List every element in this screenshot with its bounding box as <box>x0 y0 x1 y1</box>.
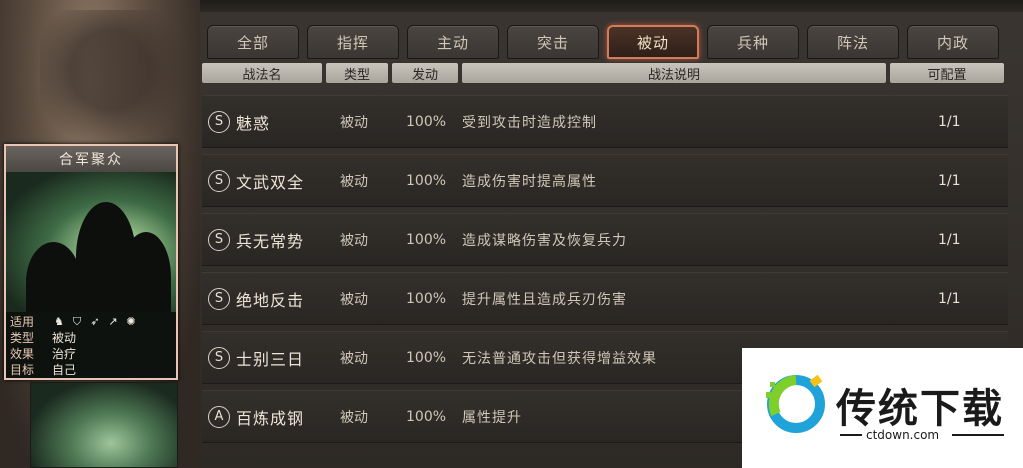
watermark-line-right <box>952 434 1004 436</box>
skill-category-tabs: 全部 指挥 主动 突击 被动 兵种 阵法 内政 <box>207 25 999 59</box>
skill-description: 提升属性且造成兵刃伤害 <box>462 291 627 308</box>
effect-value: 治疗 <box>52 347 77 361</box>
skill-description: 受到攻击时造成控制 <box>462 114 597 131</box>
skill-type: 被动 <box>340 409 368 426</box>
skill-name: 士别三日 <box>236 349 305 369</box>
watermark: 传统下载 ctdown.com <box>742 348 1023 468</box>
skill-name: 绝地反击 <box>236 290 305 310</box>
col-header-count[interactable]: 可配置 <box>890 63 1004 83</box>
skill-type: 被动 <box>340 350 368 367</box>
tab-all[interactable]: 全部 <box>207 25 299 59</box>
shield-icon: ⛉ <box>72 315 82 328</box>
skill-description: 造成伤害时提高属性 <box>462 173 597 190</box>
skill-type: 被动 <box>340 232 368 249</box>
skill-count: 1/1 <box>938 113 961 130</box>
skill-card[interactable]: 合军聚众 适用 ♞ ⛉ ➶ ↗ ✺ 类型 被动 效果 治疗 目标 自己 <box>4 144 178 380</box>
tab-active[interactable]: 主动 <box>407 25 499 59</box>
tab-assault[interactable]: 突击 <box>507 25 599 59</box>
card-title: 合军聚众 <box>6 146 176 172</box>
skill-type: 被动 <box>340 291 368 308</box>
tab-troop[interactable]: 兵种 <box>707 25 799 59</box>
skill-type: 被动 <box>340 114 368 131</box>
grade-badge: S <box>208 110 230 133</box>
col-header-rate[interactable]: 发动 <box>392 63 458 83</box>
unit-icons: ♞ ⛉ ➶ ↗ ✺ <box>52 315 138 329</box>
siege-icon: ✺ <box>126 315 136 328</box>
skill-row[interactable]: S 绝地反击 被动 100% 提升属性且造成兵刃伤害 1/1 <box>202 272 1008 325</box>
grade-badge: S <box>208 287 230 310</box>
hero-silhouette <box>40 10 190 150</box>
col-header-name[interactable]: 战法名 <box>202 63 322 83</box>
tab-formation[interactable]: 阵法 <box>807 25 899 59</box>
grade-badge: S <box>208 169 230 192</box>
type-label: 类型 <box>10 331 35 345</box>
skill-description: 造成谋略伤害及恢复兵力 <box>462 232 627 249</box>
skill-row[interactable]: S 魅惑 被动 100% 受到攻击时造成控制 1/1 <box>202 95 1008 148</box>
skill-rate: 100% <box>406 113 447 130</box>
skill-name: 百炼成钢 <box>236 408 305 428</box>
tab-passive[interactable]: 被动 <box>607 25 699 59</box>
rider-silhouette <box>121 232 171 312</box>
target-label: 目标 <box>10 363 35 377</box>
target-value: 自己 <box>52 363 77 377</box>
cavalry-icon: ♞ <box>54 315 64 328</box>
skill-type: 被动 <box>340 173 368 190</box>
type-value: 被动 <box>52 331 77 345</box>
table-header: 战法名 类型 发动 战法说明 可配置 <box>202 63 1004 83</box>
skill-rate: 100% <box>406 290 447 307</box>
card-info: 适用 ♞ ⛉ ➶ ↗ ✺ 类型 被动 效果 治疗 目标 自己 <box>6 312 176 378</box>
skill-rate: 100% <box>406 172 447 189</box>
skill-name: 魅惑 <box>236 113 271 133</box>
tab-command[interactable]: 指挥 <box>307 25 399 59</box>
skill-name: 兵无常势 <box>236 231 305 251</box>
skill-rate: 100% <box>406 349 447 366</box>
skill-rate: 100% <box>406 231 447 248</box>
watermark-logo-icon <box>766 374 825 433</box>
effect-label: 效果 <box>10 347 35 361</box>
grade-badge: A <box>208 405 230 428</box>
skill-name: 文武双全 <box>236 172 305 192</box>
next-skill-card[interactable] <box>30 382 178 468</box>
skill-rate: 100% <box>406 408 447 425</box>
skill-count: 1/1 <box>938 172 961 189</box>
watermark-title: 传统下载 <box>836 386 1004 432</box>
apply-label: 适用 <box>10 315 35 329</box>
card-illustration <box>6 172 176 312</box>
skill-row[interactable]: S 兵无常势 被动 100% 造成谋略伤害及恢复兵力 1/1 <box>202 213 1008 266</box>
skill-description: 无法普通攻击但获得增益效果 <box>462 350 657 367</box>
soldier-silhouette <box>26 242 81 312</box>
skill-count: 1/1 <box>938 290 961 307</box>
grade-badge: S <box>208 228 230 251</box>
skill-description: 属性提升 <box>462 409 522 426</box>
col-header-type[interactable]: 类型 <box>326 63 388 83</box>
tab-internal[interactable]: 内政 <box>907 25 999 59</box>
watermark-domain: ctdown.com <box>862 428 944 442</box>
archer-icon: ➶ <box>90 315 100 328</box>
grade-badge: S <box>208 346 230 369</box>
skill-row[interactable]: S 文武双全 被动 100% 造成伤害时提高属性 1/1 <box>202 154 1008 207</box>
skill-count: 1/1 <box>938 231 961 248</box>
spear-icon: ↗ <box>108 315 118 328</box>
col-header-desc: 战法说明 <box>462 63 886 83</box>
